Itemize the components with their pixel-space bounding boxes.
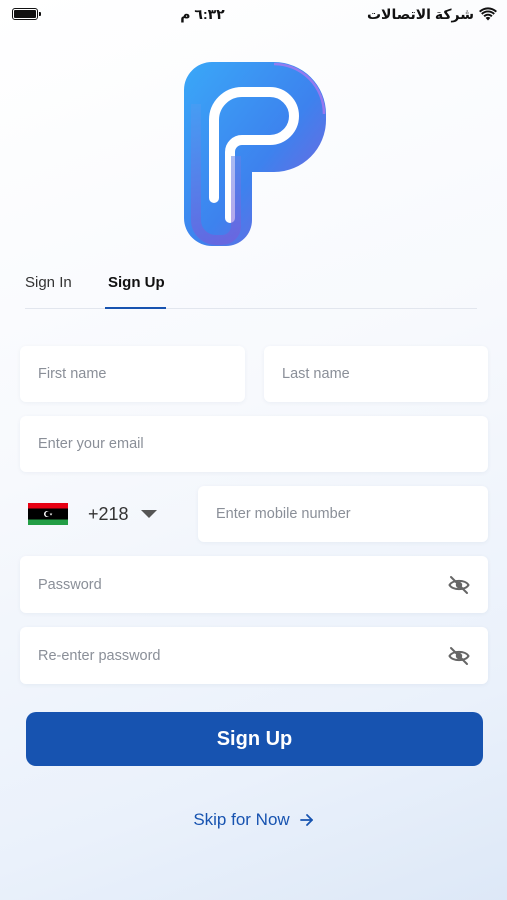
eye-off-icon[interactable]	[448, 646, 470, 666]
carrier-name: شركة الاتصالات	[366, 5, 474, 22]
password-field[interactable]: Password	[20, 556, 488, 613]
auth-tabs: Sign In Sign Up	[25, 268, 477, 309]
mobile-number-field[interactable]: Enter mobile number	[198, 486, 488, 542]
last-name-placeholder: Last name	[282, 366, 350, 382]
sign-up-button-label: Sign Up	[216, 727, 293, 750]
chevron-down-icon	[140, 510, 157, 518]
skip-for-now-link[interactable]: Skip for Now	[0, 810, 507, 830]
status-right: شركة الاتصالات	[367, 6, 497, 23]
skip-label: Skip for Now	[193, 810, 290, 829]
sign-up-button[interactable]: Sign Up	[26, 712, 483, 766]
first-name-field[interactable]: First name	[20, 346, 245, 402]
email-field[interactable]: Enter your email	[20, 416, 488, 472]
reenter-password-field[interactable]: Re-enter password	[20, 627, 488, 684]
active-tab-indicator	[105, 307, 166, 309]
password-placeholder: Password	[38, 576, 102, 593]
battery-icon	[12, 8, 41, 20]
arrow-right-icon	[299, 814, 313, 826]
tab-sign-up[interactable]: Sign Up	[108, 274, 165, 291]
status-time: ٦:٣٢ م	[180, 5, 225, 22]
eye-off-icon[interactable]	[448, 575, 470, 595]
dial-code: +218	[88, 503, 129, 524]
reenter-password-placeholder: Re-enter password	[38, 647, 161, 664]
status-bar: ٦:٣٢ م شركة الاتصالات	[0, 0, 507, 28]
app-logo	[184, 62, 326, 246]
wifi-icon	[478, 7, 497, 21]
first-name-placeholder: First name	[38, 366, 107, 382]
libya-flag-icon	[28, 503, 68, 525]
email-placeholder: Enter your email	[38, 436, 144, 452]
mobile-placeholder: Enter mobile number	[216, 506, 351, 522]
tab-sign-in[interactable]: Sign In	[25, 274, 72, 291]
last-name-field[interactable]: Last name	[264, 346, 488, 402]
country-code-selector[interactable]: +218	[20, 486, 185, 542]
